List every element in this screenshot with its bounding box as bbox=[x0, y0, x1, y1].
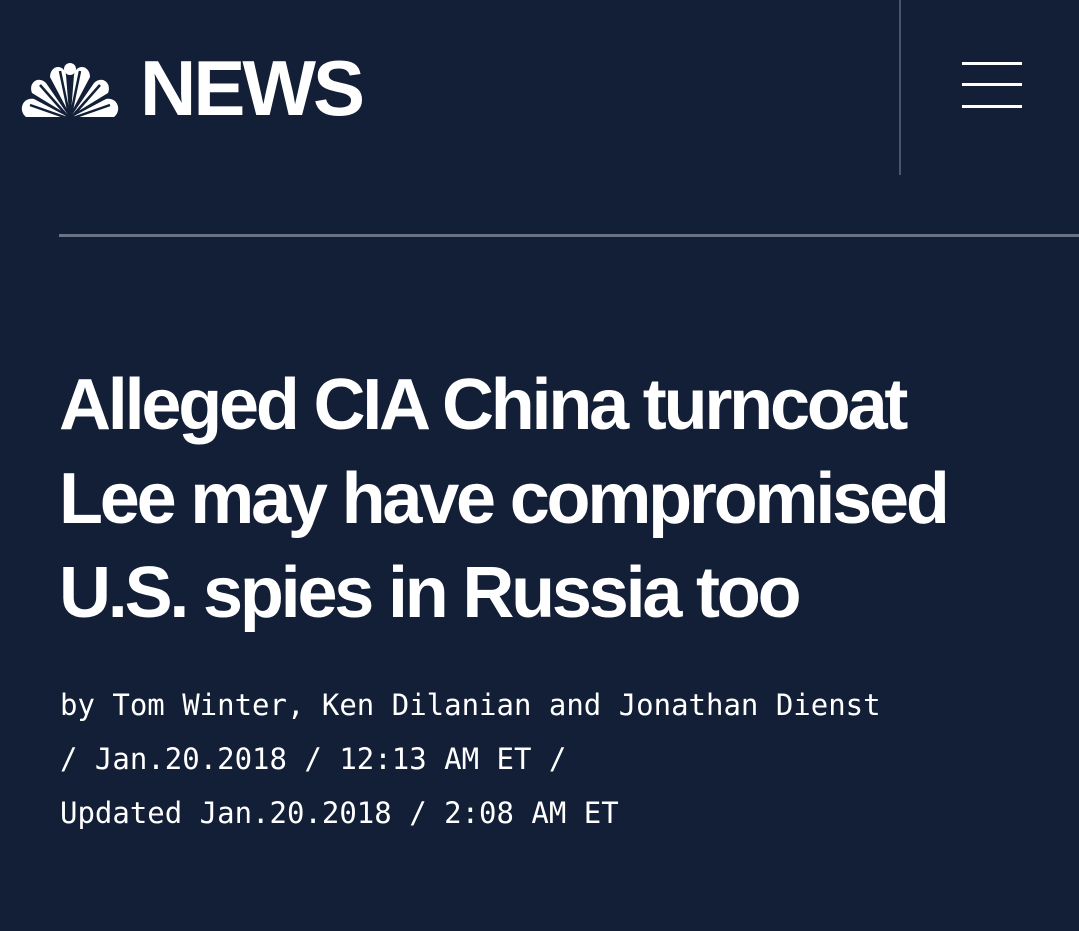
headline-line: Lee may have compromised bbox=[59, 459, 950, 539]
article-headline: Alleged CIA China turncoat Lee may have … bbox=[59, 358, 1049, 640]
article-byline: by Tom Winter, Ken Dilanian and Jonathan… bbox=[60, 678, 1060, 840]
byline-published: / Jan.20.2018 / 12:13 AM ET / bbox=[60, 742, 567, 776]
headline-line: Alleged CIA China turncoat bbox=[59, 365, 908, 445]
header-divider bbox=[899, 0, 901, 175]
site-header: NEWS bbox=[0, 0, 1079, 175]
section-divider bbox=[59, 234, 1079, 237]
nbc-news-logo[interactable]: NEWS bbox=[20, 44, 365, 132]
byline-updated: Updated Jan.20.2018 / 2:08 AM ET bbox=[60, 796, 619, 830]
menu-button[interactable] bbox=[958, 60, 1024, 112]
nbc-peacock-icon bbox=[21, 63, 119, 121]
byline-authors: by Tom Winter, Ken Dilanian and Jonathan… bbox=[60, 688, 881, 722]
headline-line: U.S. spies in Russia too bbox=[59, 553, 802, 633]
brand-name: NEWS bbox=[140, 44, 365, 132]
